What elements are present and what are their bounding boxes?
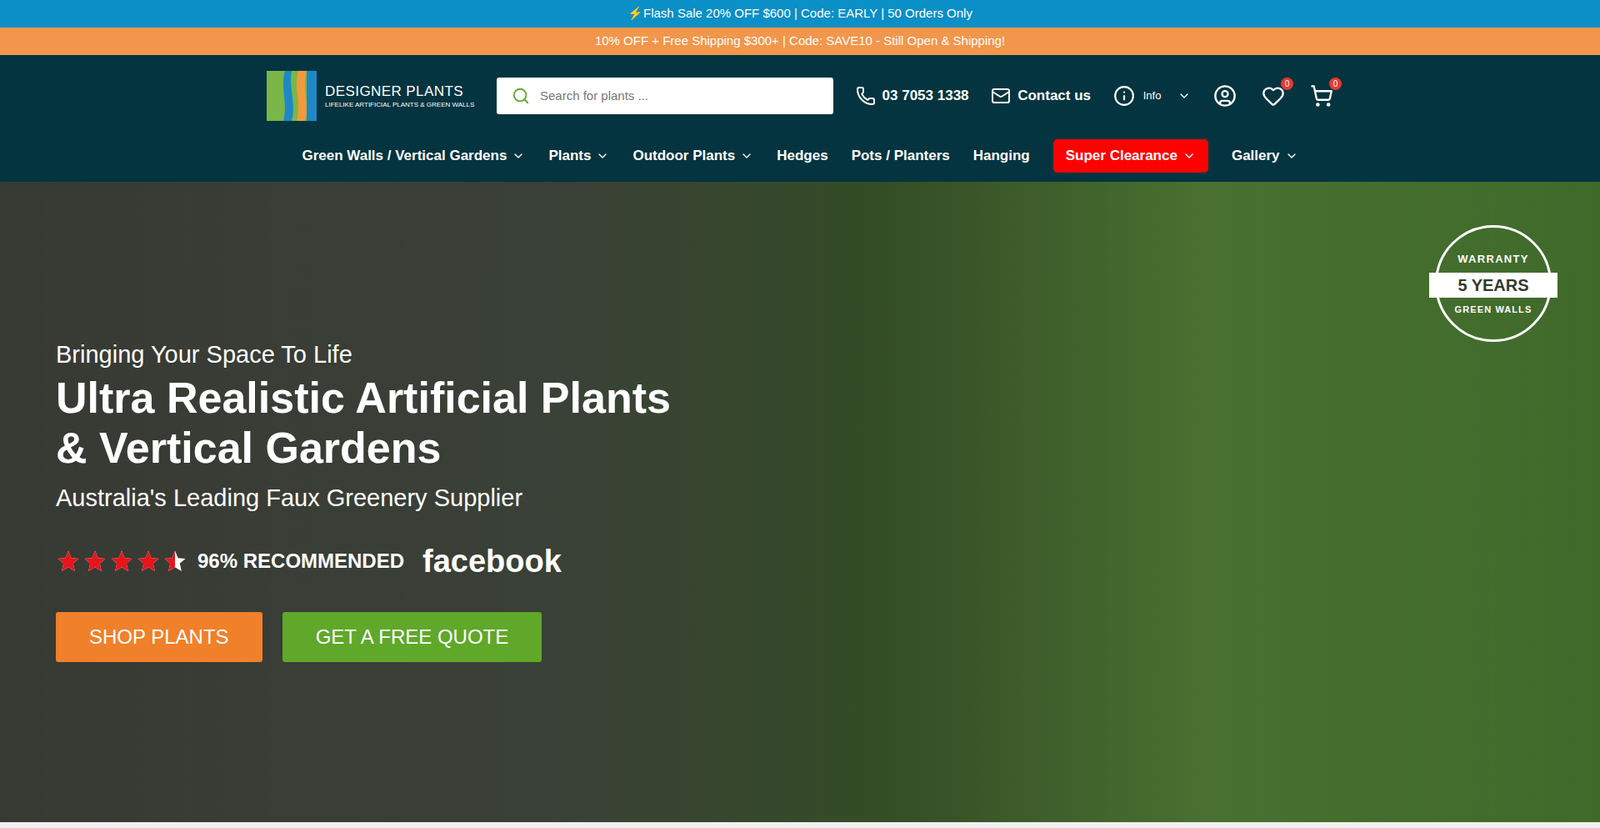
chevron-icon [511, 149, 525, 163]
header: DESIGNER PLANTSLIFELIKE ARTIFICIAL PLANT… [0, 55, 1600, 182]
search-box[interactable]: Search for plants ... [496, 77, 834, 115]
info-menu[interactable]: Info [1113, 85, 1192, 107]
contact-link[interactable]: Contact us [990, 85, 1091, 107]
logo-name: DESIGNER PLANTS [325, 82, 475, 100]
rating-label: 96% RECOMMENDED [197, 545, 405, 576]
page: ⚡Flash Sale 20% OFF $600 | Code: EARLY |… [0, 0, 1600, 828]
logo[interactable]: DESIGNER PLANTSLIFELIKE ARTIFICIAL PLANT… [266, 70, 475, 121]
hero-button[interactable]: GET A FREE QUOTE [282, 611, 543, 662]
hero: Bringing Your Space To LifeUltra Realist… [0, 181, 1600, 822]
hero-buttons: SHOP PLANTS GET A FREE QUOTE [55, 611, 1600, 662]
announcement-text: ⚡Flash Sale 20% OFF $600 | Code: EARLY |… [627, 4, 973, 24]
logo-icon [266, 70, 317, 121]
logo-tagline: LIFELIKE ARTIFICIAL PLANTS & GREEN WALLS [325, 100, 475, 110]
chevron-icon [1285, 149, 1299, 163]
chevron-icon [1177, 89, 1191, 103]
announcement-bar[interactable]: ⚡Flash Sale 20% OFF $600 | Code: EARLY |… [0, 0, 1600, 28]
warranty-badge: WARRANTY5 YEARSGREEN WALLS [1435, 225, 1552, 342]
chevron-icon [595, 149, 610, 163]
wishlist-badge: 0 [1280, 77, 1294, 90]
nav-item[interactable]: Hedges [776, 139, 828, 173]
phone-icon [855, 85, 876, 106]
hero-eyebrow: Bringing Your Space To Life [55, 340, 1600, 370]
star-icon [55, 548, 81, 574]
nav-item[interactable]: Super Clearance [1053, 139, 1209, 173]
star-icon [162, 548, 188, 574]
badge-ribbon: 5 YEARS [1429, 272, 1558, 298]
badge-bottom: GREEN WALLS [1455, 302, 1533, 317]
announcement-text: 10% OFF + Free Shipping $300+ | Code: SA… [595, 31, 1005, 51]
badge-top: WARRANTY [1457, 250, 1530, 268]
chevron-icon [1182, 149, 1196, 163]
rating: 96% RECOMMENDEDfacebook [55, 542, 1600, 580]
nav-item[interactable]: Gallery [1231, 139, 1299, 173]
header-top: DESIGNER PLANTSLIFELIKE ARTIFICIAL PLANT… [266, 70, 1334, 121]
search-placeholder: Search for plants ... [540, 86, 649, 106]
chevron-icon [740, 149, 754, 163]
hero-subtitle: Australia's Leading Faux Greenery Suppli… [55, 483, 1600, 513]
nav-item[interactable]: Hanging [973, 139, 1030, 173]
rating-source: facebook [422, 537, 562, 585]
search-icon [511, 86, 530, 105]
nav-item[interactable]: Green Walls / Vertical Gardens [301, 139, 525, 173]
cart-button[interactable]: 0 [1310, 84, 1334, 108]
stars [55, 548, 188, 574]
mail-icon [990, 85, 1011, 106]
star-icon [82, 548, 108, 574]
star-icon [109, 548, 135, 574]
main-nav: Green Walls / Vertical Gardens Plants Outd… [0, 139, 1600, 173]
hero-title: Ultra Realistic Artificial Plants& Verti… [55, 372, 1600, 473]
hero-button[interactable]: SHOP PLANTS [55, 611, 263, 662]
info-icon [1113, 85, 1135, 107]
phone-link[interactable]: 03 7053 1338 [855, 85, 970, 107]
account-icon[interactable] [1213, 84, 1237, 108]
hero-content: Bringing Your Space To LifeUltra Realist… [0, 181, 1600, 662]
star-icon [135, 548, 161, 574]
nav-item[interactable]: Pots / Planters [851, 139, 950, 173]
announcement-bar[interactable]: 10% OFF + Free Shipping $300+ | Code: SA… [0, 27, 1600, 55]
nav-item[interactable]: Outdoor Plants [632, 139, 754, 173]
cart-badge: 0 [1329, 77, 1342, 90]
nav-item[interactable]: Plants [548, 139, 610, 173]
wishlist-button[interactable]: 0 [1261, 84, 1285, 108]
